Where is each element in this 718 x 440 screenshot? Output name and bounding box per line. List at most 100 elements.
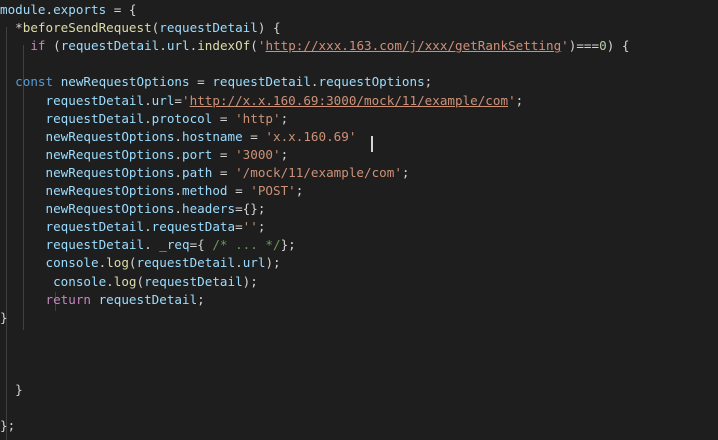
code-token: } <box>0 309 8 325</box>
code-token: requestData <box>151 219 236 235</box>
code-line[interactable]: console.log(requestDetail.url); <box>0 254 718 272</box>
code-token: hostname <box>182 128 243 144</box>
code-line[interactable] <box>0 345 718 363</box>
code-token: . <box>174 183 182 198</box>
code-token: ; <box>280 110 289 126</box>
code-token: headers <box>182 201 236 217</box>
code-token: url <box>151 92 175 108</box>
code-token: = { <box>106 2 137 17</box>
code-token: /* ... */ <box>212 237 281 253</box>
code-token: = <box>212 110 236 126</box>
code-line[interactable]: newRequestOptions.headers={}; <box>0 200 718 218</box>
code-token: ' <box>182 92 190 108</box>
code-token: ( <box>136 273 145 289</box>
code-token: ); <box>265 255 281 271</box>
code-editor[interactable]: module.exports = { *beforeSendRequest(re… <box>0 0 718 440</box>
code-token: = <box>235 219 243 235</box>
code-line[interactable]: module.exports = { <box>0 1 718 19</box>
code-token: . <box>174 146 182 162</box>
code-line[interactable] <box>0 363 718 381</box>
code-token: newRequestOptions <box>45 201 175 217</box>
code-token: url <box>166 38 190 54</box>
code-token: . <box>144 219 152 235</box>
code-line[interactable]: }; <box>0 417 718 435</box>
code-token: ; <box>401 164 410 180</box>
code-token: ( <box>128 255 137 271</box>
code-line[interactable]: requestDetail.protocol = 'http'; <box>0 110 718 128</box>
code-token: requestDetail <box>45 92 145 108</box>
code-line[interactable] <box>0 55 718 73</box>
code-line[interactable]: if (requestDetail.url.indexOf('http://xx… <box>0 37 718 55</box>
code-token: ={ <box>189 237 213 253</box>
code-line[interactable]: newRequestOptions.port = '3000'; <box>0 146 718 164</box>
code-token: . <box>174 164 182 180</box>
code-token: = <box>174 92 183 108</box>
code-line[interactable]: requestDetail. _req={ /* ... */}; <box>0 236 718 254</box>
code-token: const <box>15 74 54 90</box>
code-line[interactable]: } <box>0 309 718 327</box>
code-token: '3000' <box>235 146 281 162</box>
code-line[interactable]: newRequestOptions.method = 'POST'; <box>0 182 718 200</box>
code-token: ; <box>295 183 304 198</box>
code-token: url <box>242 255 266 271</box>
code-token: ' <box>508 92 516 108</box>
code-token: ' <box>561 38 569 54</box>
code-line[interactable]: newRequestOptions.path = '/mock/11/examp… <box>0 164 718 182</box>
code-token: )=== <box>568 38 600 54</box>
code-token: * <box>0 20 23 36</box>
code-token: . <box>174 128 182 144</box>
code-token: ) { <box>606 38 630 54</box>
code-token: = <box>212 164 236 180</box>
code-token: . <box>235 255 243 271</box>
code-token: . <box>174 201 182 217</box>
code-line[interactable] <box>0 327 718 345</box>
code-token: 'x.x.160.69' <box>265 128 357 144</box>
code-token: 0 <box>599 38 607 54</box>
code-token: log <box>113 273 137 289</box>
code-line[interactable]: return requestDetail; <box>0 291 718 309</box>
code-line[interactable]: *beforeSendRequest(requestDetail) { <box>0 19 718 37</box>
code-token: = <box>227 183 251 198</box>
code-token: . <box>310 74 319 90</box>
code-line[interactable]: requestDetail.url='http://x.x.160.69:300… <box>0 92 718 110</box>
code-token: ; <box>257 219 266 235</box>
code-token: ( <box>250 38 258 54</box>
code-token: newRequestOptions <box>60 74 190 90</box>
code-line[interactable]: newRequestOptions.hostname = 'x.x.160.69… <box>0 128 718 146</box>
code-line[interactable]: } <box>0 381 718 399</box>
code-line[interactable]: console.log(requestDetail); <box>0 273 718 291</box>
code-token: = <box>189 74 213 90</box>
code-token: ); <box>242 273 258 289</box>
code-token: ; <box>424 74 433 90</box>
code-token: 'http' <box>235 110 281 126</box>
code-token: ; <box>197 291 205 307</box>
code-token: = <box>212 146 236 162</box>
code-token: indexOf <box>197 38 251 54</box>
code-token: . <box>144 92 152 108</box>
code-token: _req <box>159 237 190 253</box>
code-token: requestDetail <box>45 219 145 235</box>
code-token: . <box>159 38 167 54</box>
code-token: '' <box>242 219 258 235</box>
code-token: newRequestOptions <box>45 164 175 180</box>
code-line[interactable]: const newRequestOptions = requestDetail.… <box>0 73 718 91</box>
code-token: requestDetail <box>45 237 145 253</box>
code-token: . <box>45 2 54 17</box>
code-token: protocol <box>151 110 213 126</box>
code-token: . <box>144 110 152 126</box>
code-line[interactable]: requestDetail.requestData=''; <box>0 218 718 236</box>
code-token: requestOptions <box>318 74 425 90</box>
code-token: path <box>182 164 213 180</box>
code-token: http://x.x.160.69:3000/mock/11/example/c… <box>189 92 509 108</box>
code-token: requestDetail <box>144 273 243 289</box>
code-line[interactable] <box>0 399 718 417</box>
